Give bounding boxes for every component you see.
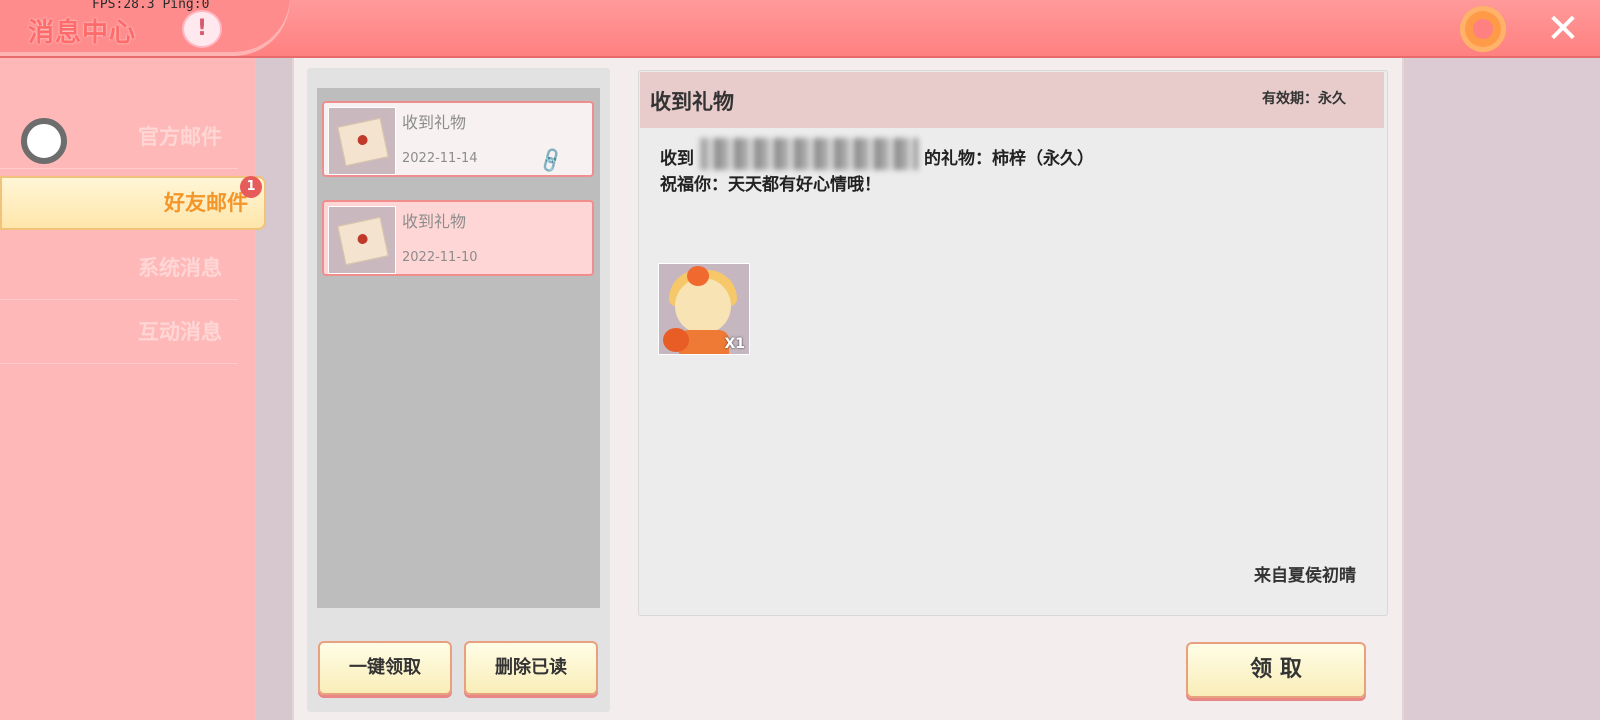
page-title: 消息中心 — [28, 18, 137, 48]
gift-item-icon[interactable]: X1 — [658, 263, 750, 355]
sidebar-item-official-mail[interactable]: 官方邮件 — [0, 105, 238, 169]
mail-title: 收到礼物 — [402, 212, 467, 231]
unread-badge: 1 — [240, 176, 262, 198]
fps-readout: FPS:28.3 Ping:0 — [92, 0, 210, 12]
mail-item[interactable]: 收到礼物 2022-11-14 🔗 — [322, 101, 594, 177]
alert-icon[interactable]: ! — [182, 10, 222, 48]
sidebar-item-friend-mail[interactable]: 好友邮件 — [0, 176, 266, 230]
top-bar: 消息中心 FPS:28.3 Ping:0 ! ✕ — [0, 0, 1600, 58]
sender-signature: 来自夏侯初晴 — [1254, 566, 1356, 586]
message-line-prefix: 收到 — [660, 149, 694, 169]
right-backdrop — [1402, 58, 1600, 720]
mail-date: 2022-11-14 — [402, 151, 478, 166]
envelope-icon — [328, 206, 396, 274]
sidebar-item-interaction-messages[interactable]: 互动消息 — [0, 300, 238, 364]
mail-title: 收到礼物 — [402, 113, 467, 132]
gift-quantity: X1 — [724, 336, 745, 352]
close-button[interactable]: ✕ — [1540, 6, 1586, 52]
mail-detail-title: 收到礼物 — [650, 90, 734, 114]
envelope-icon — [328, 107, 396, 175]
mail-date: 2022-11-10 — [402, 250, 478, 265]
delete-read-button[interactable]: 删除已读 — [464, 641, 598, 695]
left-gutter — [256, 58, 292, 720]
message-line-suffix: 的礼物：柿梓（永久） — [924, 149, 1094, 169]
attachment-clip-icon: 🔗 — [536, 146, 567, 176]
claim-all-button[interactable]: 一键领取 — [318, 641, 452, 695]
redacted-sender-name — [700, 138, 918, 170]
gear-icon[interactable] — [1460, 6, 1506, 52]
validity-label: 有效期：永久 — [1262, 91, 1346, 107]
sidebar-item-system-messages[interactable]: 系统消息 — [0, 236, 238, 300]
message-blessing: 祝福你：天天都有好心情哦！ — [660, 175, 881, 195]
claim-button[interactable]: 领 取 — [1186, 642, 1366, 698]
mail-item-selected[interactable]: 收到礼物 2022-11-10 — [322, 200, 594, 276]
